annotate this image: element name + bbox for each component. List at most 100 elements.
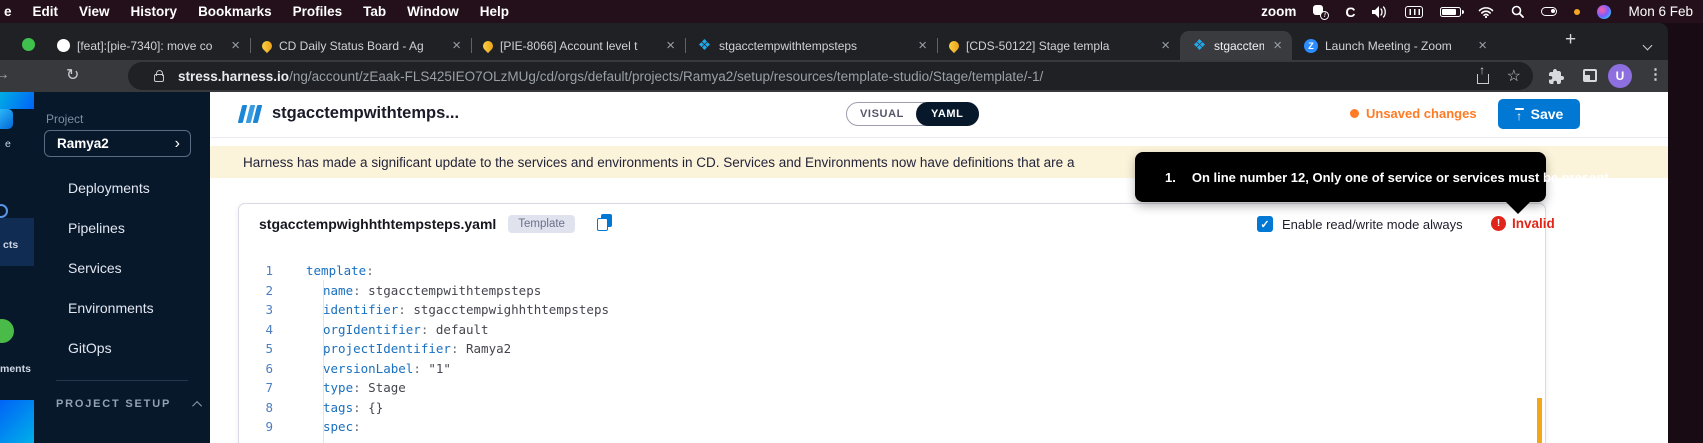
app-update-icon[interactable]: ! bbox=[1313, 4, 1328, 19]
tab-close-icon[interactable]: × bbox=[1476, 38, 1489, 53]
browser-window: [feat]:[pie-7340]: move co×CD Daily Stat… bbox=[0, 23, 1668, 443]
sidebar-item-deployments[interactable]: Deployments bbox=[68, 180, 150, 198]
browser-tab[interactable]: CD Daily Status Board - Ag× bbox=[250, 31, 471, 60]
copy-icon[interactable] bbox=[597, 218, 608, 231]
code-line[interactable]: 6versionLabel: "1" bbox=[239, 359, 1545, 379]
menubar-item-window[interactable]: Window bbox=[407, 4, 459, 19]
rail-module-icon[interactable] bbox=[0, 109, 13, 129]
checkbox-checked-icon[interactable]: ✓ bbox=[1257, 216, 1273, 232]
menubar-clock[interactable]: Mon 6 Feb bbox=[1628, 4, 1693, 19]
menubar-item-e[interactable]: e bbox=[4, 4, 12, 19]
browser-tab[interactable]: ❖stgacctempwithtempsteps× bbox=[1180, 31, 1292, 60]
sidebar-item-gitops[interactable]: GitOps bbox=[68, 340, 112, 358]
browser-tab[interactable]: [CDS-50122] Stage templa× bbox=[937, 31, 1180, 60]
profile-avatar[interactable]: U bbox=[1608, 64, 1632, 88]
code-line[interactable]: 7type: Stage bbox=[239, 378, 1545, 398]
browser-tab[interactable]: ❖stgacctempwithtempsteps× bbox=[685, 31, 937, 60]
overview-ruler-marker[interactable] bbox=[1537, 398, 1542, 443]
keyboard-icon[interactable] bbox=[1405, 6, 1423, 18]
side-panel-icon[interactable] bbox=[1583, 69, 1597, 82]
volume-icon[interactable] bbox=[1372, 0, 1388, 23]
battery-icon[interactable] bbox=[1440, 7, 1461, 17]
rail-bottom-module[interactable] bbox=[0, 400, 34, 443]
line-number: 2 bbox=[243, 283, 273, 298]
code-line[interactable]: 8tags: {} bbox=[239, 398, 1545, 418]
reload-button[interactable]: ↻ bbox=[66, 65, 79, 85]
tab-title: Launch Meeting - Zoom bbox=[1325, 39, 1469, 53]
toggle-visual[interactable]: VISUAL bbox=[847, 108, 917, 120]
desktop-background bbox=[1668, 23, 1703, 443]
menubar-left: e Edit View History Bookmarks Profiles Tab Wind… bbox=[0, 4, 509, 19]
cleanshot-icon[interactable]: C bbox=[1345, 0, 1355, 23]
status-label: Invalid bbox=[1512, 216, 1555, 231]
code-line[interactable]: 4orgIdentifier: default bbox=[239, 320, 1545, 340]
menubar-item-profiles[interactable]: Profiles bbox=[293, 4, 343, 19]
sidebar-item-services[interactable]: Services bbox=[68, 260, 122, 278]
menubar-item-tab[interactable]: Tab bbox=[363, 4, 386, 19]
module-rail: e cts ments bbox=[0, 92, 34, 443]
menubar-item-bookmarks[interactable]: Bookmarks bbox=[198, 4, 272, 19]
menubar-item-history[interactable]: History bbox=[131, 4, 178, 19]
browser-menu-icon[interactable]: ⋮ bbox=[1648, 65, 1663, 83]
sidebar-item-environments[interactable]: Environments bbox=[68, 300, 154, 318]
zoom-favicon: Z bbox=[1304, 39, 1318, 53]
wifi-icon[interactable] bbox=[1478, 0, 1494, 23]
spotlight-icon[interactable] bbox=[1511, 0, 1524, 23]
code-line[interactable]: 2name: stgacctempwithtempsteps bbox=[239, 281, 1545, 301]
tab-close-icon[interactable]: × bbox=[229, 38, 242, 53]
yaml-value: stgacctempwighhthtempsteps bbox=[413, 302, 609, 317]
code-line[interactable]: 3identifier: stgacctempwighhthtempsteps bbox=[239, 300, 1545, 320]
menubar-item-zoom[interactable]: zoom bbox=[1261, 4, 1296, 19]
rail-label-fragment[interactable]: e bbox=[5, 138, 11, 150]
extensions-icon[interactable] bbox=[1548, 68, 1564, 90]
error-tooltip: 1. On line number 12, Only one of servic… bbox=[1135, 152, 1546, 202]
tab-close-icon[interactable]: × bbox=[916, 38, 929, 53]
main-content: stgacctempwithtemps... VISUAL YAML Unsav… bbox=[210, 92, 1668, 443]
line-number: 7 bbox=[243, 380, 273, 395]
code-line[interactable]: 1template: bbox=[239, 261, 1545, 281]
menubar-item-view[interactable]: View bbox=[79, 4, 110, 19]
url-bar[interactable]: stress.harness.io /ng/account/zEaak-FLS4… bbox=[128, 62, 1533, 90]
tooltip-caret bbox=[1505, 201, 1531, 214]
bookmark-star-icon[interactable]: ☆ bbox=[1507, 66, 1521, 86]
menubar-item-edit[interactable]: Edit bbox=[33, 4, 59, 19]
browser-tab[interactable]: Z Launch Meeting - Zoom × bbox=[1292, 31, 1497, 60]
new-tab-button[interactable]: + bbox=[1565, 29, 1576, 51]
tab-close-icon[interactable]: × bbox=[450, 38, 463, 53]
tab-search-chevron[interactable] bbox=[1644, 36, 1651, 54]
visual-yaml-toggle: VISUAL YAML bbox=[846, 102, 979, 126]
rail-cd-icon[interactable] bbox=[0, 319, 14, 343]
toggle-yaml[interactable]: YAML bbox=[916, 102, 979, 126]
error-exclamation-icon: ! bbox=[1491, 216, 1506, 231]
page-header: stgacctempwithtemps... VISUAL YAML Unsav… bbox=[210, 92, 1668, 138]
project-selector[interactable]: Ramya2 › bbox=[44, 130, 191, 157]
forward-button[interactable]: → bbox=[0, 66, 10, 84]
code-line[interactable]: 9spec: bbox=[239, 417, 1545, 437]
url-path: /ng/account/zEaak-FLS425IEO7OLzMUg/cd/or… bbox=[289, 69, 1469, 84]
rail-label-fragment[interactable]: cts bbox=[3, 239, 18, 251]
tab-close-icon[interactable]: × bbox=[1271, 38, 1284, 53]
browser-tab[interactable]: [PIE-8066] Account level t× bbox=[471, 31, 685, 60]
save-button[interactable]: ↑ Save bbox=[1498, 99, 1580, 129]
tab-close-icon[interactable]: × bbox=[664, 38, 677, 53]
readwrite-toggle[interactable]: ✓ Enable read/write mode always bbox=[1257, 216, 1463, 232]
rail-label-fragment[interactable]: ments bbox=[0, 363, 31, 375]
sidebar-item-project-setup[interactable]: PROJECT SETUP bbox=[56, 398, 202, 410]
rail-selected-block[interactable] bbox=[0, 92, 34, 109]
browser-tab[interactable]: [feat]:[pie-7340]: move co× bbox=[45, 31, 250, 60]
status-badge[interactable]: ! Invalid bbox=[1491, 216, 1555, 231]
window-control-green[interactable] bbox=[22, 38, 35, 51]
menubar-item-help[interactable]: Help bbox=[480, 4, 509, 19]
tab-close-icon[interactable]: × bbox=[1159, 38, 1172, 53]
code-line[interactable]: 5projectIdentifier: Ramya2 bbox=[239, 339, 1545, 359]
sidebar-item-pipelines[interactable]: Pipelines bbox=[68, 220, 125, 238]
siri-icon[interactable] bbox=[1597, 5, 1611, 19]
line-number: 5 bbox=[243, 341, 273, 356]
rail-pipeline-icon[interactable] bbox=[0, 204, 8, 218]
yaml-key: orgIdentifier bbox=[323, 322, 421, 337]
share-icon[interactable] bbox=[1477, 74, 1489, 84]
code-lines[interactable]: 1template:2name: stgacctempwithtempsteps… bbox=[239, 261, 1545, 437]
harness-favicon: ❖ bbox=[1192, 38, 1207, 53]
project-name: Ramya2 bbox=[57, 136, 109, 151]
control-center-icon[interactable] bbox=[1541, 7, 1557, 16]
